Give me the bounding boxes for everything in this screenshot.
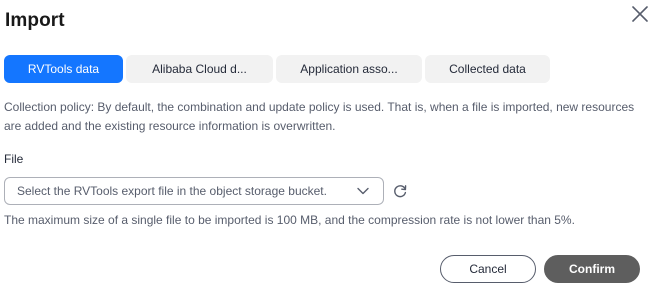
close-button[interactable] [630,4,650,24]
tab-alibaba-cloud[interactable]: Alibaba Cloud d... [126,55,273,83]
tab-application-association[interactable]: Application asso... [276,55,422,83]
import-dialog: Import RVTools data Alibaba Cloud d... A… [0,0,664,304]
file-label: File [4,152,24,166]
collection-policy-text: Collection policy: By default, the combi… [4,100,635,133]
file-select[interactable]: Select the RVTools export file in the ob… [4,177,384,205]
tab-collected-data[interactable]: Collected data [425,55,550,83]
refresh-icon [394,185,407,198]
confirm-button[interactable]: Confirm [544,255,640,283]
dialog-title: Import [5,10,65,31]
file-select-placeholder: Select the RVTools export file in the ob… [17,184,327,198]
cancel-button[interactable]: Cancel [440,255,536,283]
tab-rvtools-data[interactable]: RVTools data [4,55,123,83]
close-icon [632,6,648,22]
chevron-down-icon [357,186,369,196]
file-size-hint: The maximum size of a single file to be … [4,213,575,227]
refresh-button[interactable] [392,183,408,199]
